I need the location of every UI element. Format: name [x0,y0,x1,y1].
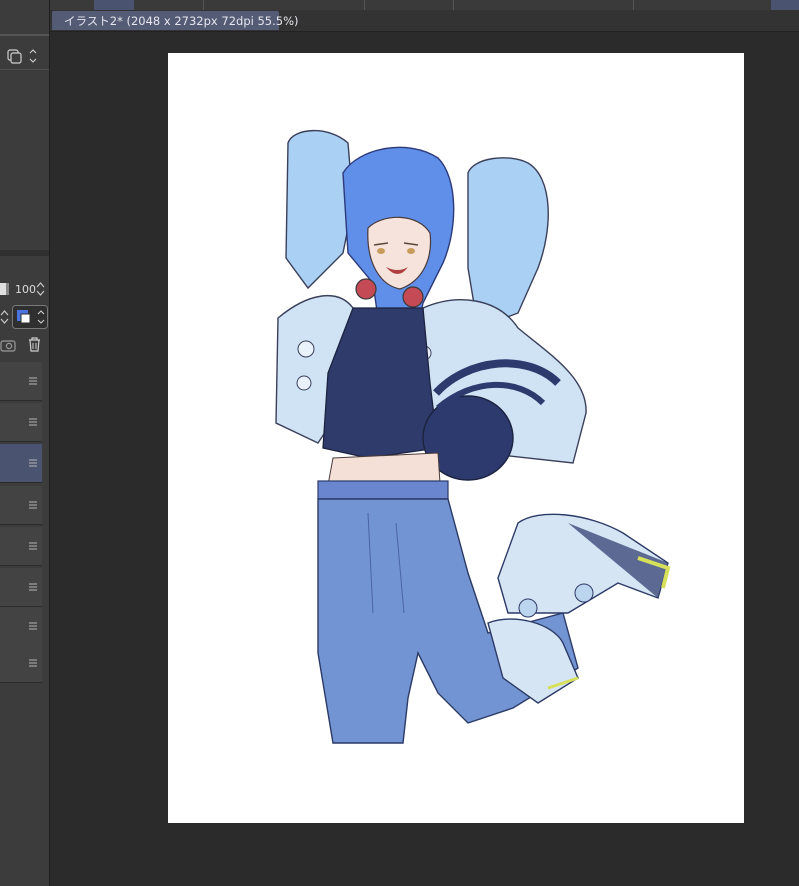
toolbar-button[interactable] [690,0,710,10]
toolbar-button[interactable] [512,0,532,10]
layer-row[interactable] [0,607,42,646]
left-panel: 100 [0,0,50,886]
canvas-workspace[interactable] [50,32,799,886]
layer-color-icon[interactable] [12,305,48,329]
toolbar-button-active[interactable] [771,0,799,10]
document-tab-label: イラスト2* (2048 x 2732px 72dpi 55.5%) [64,13,299,28]
toolbar-divider [633,0,634,10]
toolbar-button[interactable] [222,0,242,10]
toolbar-button-active[interactable] [94,0,134,10]
new-layer-icon[interactable] [0,337,18,353]
hamburger-menu-icon[interactable] [29,583,37,591]
toolbar-divider [203,0,204,10]
drawing-canvas[interactable] [168,53,744,823]
hamburger-menu-icon[interactable] [29,622,37,630]
toolbar-button[interactable] [262,0,282,10]
layer-row[interactable] [0,527,42,566]
stepper-icon[interactable] [0,308,9,326]
hamburger-menu-icon[interactable] [29,459,37,467]
toolbar-button[interactable] [468,0,488,10]
toolbar-button[interactable] [556,0,576,10]
document-tab[interactable]: イラスト2* (2048 x 2732px 72dpi 55.5%) [52,11,299,30]
character-illustration [275,129,671,744]
panel-divider [0,69,49,70]
toolbar-button[interactable] [62,0,82,10]
toolbar-button[interactable] [304,0,324,10]
hamburger-menu-icon[interactable] [29,377,37,385]
layer-stack-icon[interactable] [6,48,42,64]
document-tab-bar: イラスト2* (2048 x 2732px 72dpi 55.5%) [50,10,799,32]
toolbar-button[interactable] [418,0,438,10]
opacity-slider-end[interactable] [0,280,12,298]
toolbar-divider [453,0,454,10]
toolbar-button[interactable] [646,0,666,10]
layer-row[interactable] [0,403,42,442]
toolbar-divider [364,0,365,10]
panel-divider [0,34,49,36]
stepper-icon[interactable] [36,281,45,297]
layer-row[interactable] [0,362,42,401]
layer-row[interactable] [0,444,42,483]
toolbar-button[interactable] [734,0,754,10]
hamburger-menu-icon[interactable] [29,659,37,667]
layer-row[interactable] [0,644,42,683]
trash-icon[interactable] [27,336,42,353]
hamburger-menu-icon[interactable] [29,418,37,426]
panel-splitter[interactable] [0,250,49,256]
opacity-value[interactable]: 100 [15,283,36,296]
layer-row[interactable] [0,486,42,525]
toolbar-button[interactable] [596,0,616,10]
toolbar-button[interactable] [166,0,188,10]
layer-row[interactable] [0,568,42,607]
hamburger-menu-icon[interactable] [29,501,37,509]
toolbar-button[interactable] [376,0,396,10]
hamburger-menu-icon[interactable] [29,542,37,550]
